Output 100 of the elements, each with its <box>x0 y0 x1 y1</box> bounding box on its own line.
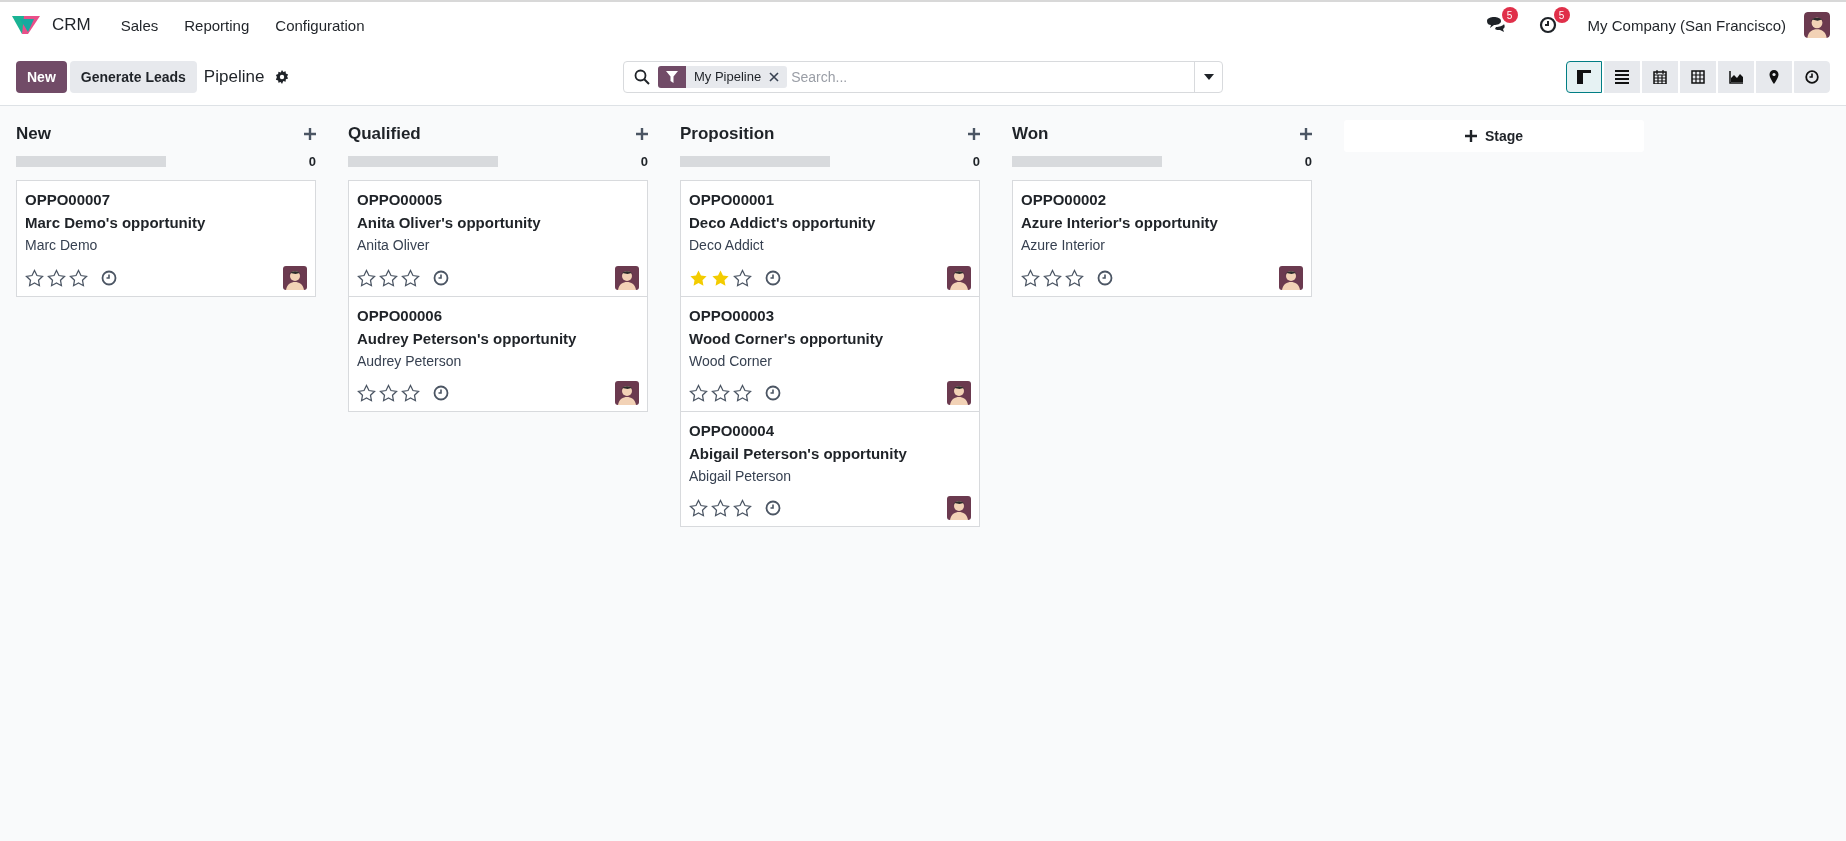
kanban-icon <box>1577 69 1591 84</box>
close-icon <box>769 71 780 82</box>
card-title: Abigail Peterson's opportunity <box>689 445 908 462</box>
card-reference: OPPO00007 <box>25 191 112 208</box>
clock-icon[interactable] <box>1097 270 1113 286</box>
clock-icon[interactable] <box>433 270 449 286</box>
card-reference: OPPO00001 <box>689 191 776 208</box>
star-icon[interactable] <box>733 268 752 288</box>
star-icon[interactable] <box>47 268 66 288</box>
star-icon[interactable] <box>1065 268 1084 288</box>
star-icon[interactable] <box>733 383 752 403</box>
star-icon[interactable] <box>357 383 376 403</box>
avatar-icon <box>947 381 971 405</box>
card-customer: Audrey Peterson <box>357 353 463 369</box>
star-icon[interactable] <box>401 383 420 403</box>
card-customer: Marc Demo <box>25 237 99 253</box>
star-icon[interactable] <box>689 383 708 403</box>
column-total: 0 <box>972 153 980 169</box>
list-icon <box>1615 69 1629 84</box>
calendar-icon <box>1653 69 1667 84</box>
menu-item[interactable]: Configuration <box>265 10 375 40</box>
star-icon[interactable] <box>689 498 708 518</box>
avatar-icon <box>615 266 639 290</box>
card-title: Wood Corner's opportunity <box>689 330 885 347</box>
app-logo-icon[interactable] <box>12 16 40 34</box>
clock-icon[interactable] <box>1538 16 1557 34</box>
star-icon[interactable] <box>1021 268 1040 288</box>
column-title: New <box>16 124 51 144</box>
star-icon[interactable] <box>357 268 376 288</box>
card-title: Audrey Peterson's opportunity <box>357 330 578 347</box>
facet-label: My Pipeline <box>693 69 763 84</box>
card-reference: OPPO00004 <box>689 422 776 439</box>
card-reference: OPPO00006 <box>357 307 444 324</box>
clock-icon[interactable] <box>765 270 781 286</box>
star-icon[interactable] <box>25 268 44 288</box>
clock-icon[interactable] <box>765 500 781 516</box>
star-filled-icon[interactable] <box>711 268 730 288</box>
column-title: Won <box>1012 124 1049 144</box>
area-chart-icon <box>1729 69 1743 84</box>
table-icon <box>1691 69 1705 84</box>
column-total: 0 <box>308 153 316 169</box>
search-field[interactable]: My Pipeline Search... <box>623 60 1223 93</box>
avatar-icon <box>615 381 639 405</box>
star-icon[interactable] <box>401 268 420 288</box>
menu-item[interactable]: Reporting <box>174 10 260 40</box>
column-total: 0 <box>1304 153 1312 169</box>
star-icon[interactable] <box>711 498 730 518</box>
notification-badge: 5 <box>1553 7 1570 23</box>
star-icon[interactable] <box>379 268 398 288</box>
card-title: Anita Oliver's opportunity <box>357 214 542 231</box>
clock-icon <box>1805 69 1819 84</box>
map-pin-icon <box>1767 69 1781 84</box>
card-customer: Deco Addict <box>689 237 765 253</box>
add-stage-button[interactable]: Stage <box>1344 120 1644 152</box>
notification-badge: 5 <box>1501 7 1518 23</box>
search-input[interactable]: Search... <box>787 67 1194 86</box>
star-filled-icon[interactable] <box>689 268 708 288</box>
card-title: Marc Demo's opportunity <box>25 214 207 231</box>
card-reference: OPPO00005 <box>357 191 444 208</box>
app-name[interactable]: CRM <box>52 15 91 35</box>
column-title: Proposition <box>680 124 775 144</box>
settings-icon[interactable] <box>275 69 290 84</box>
filter-icon <box>666 70 678 83</box>
search-icon <box>634 68 650 85</box>
menu-item[interactable]: Sales <box>110 10 169 40</box>
add-icon[interactable] <box>968 128 980 140</box>
add-icon[interactable] <box>1300 128 1312 140</box>
caret-icon <box>1203 73 1214 80</box>
avatar-icon <box>947 496 971 520</box>
star-icon[interactable] <box>733 498 752 518</box>
avatar-icon <box>947 266 971 290</box>
star-icon[interactable] <box>69 268 88 288</box>
breadcrumb: Pipeline <box>203 66 265 87</box>
add-icon <box>1464 130 1477 142</box>
card-customer: Abigail Peterson <box>689 468 792 484</box>
company-switcher[interactable]: My Company (San Francisco) <box>1587 16 1786 34</box>
chat-icon[interactable] <box>1485 16 1506 34</box>
card-title: Deco Addict's opportunity <box>689 214 877 231</box>
star-icon[interactable] <box>379 383 398 403</box>
avatar-icon <box>283 266 307 290</box>
avatar-icon <box>1279 266 1303 290</box>
clock-icon[interactable] <box>433 385 449 401</box>
add-icon[interactable] <box>304 128 316 140</box>
avatar-icon <box>1804 12 1830 38</box>
star-icon[interactable] <box>711 383 730 403</box>
card-customer: Anita Oliver <box>357 237 431 253</box>
column-title: Qualified <box>348 124 421 144</box>
card-customer: Wood Corner <box>689 353 773 369</box>
clock-icon[interactable] <box>101 270 117 286</box>
card-customer: Azure Interior <box>1021 237 1107 253</box>
column-total: 0 <box>640 153 648 169</box>
view-switcher-button[interactable] <box>1566 60 1602 93</box>
star-icon[interactable] <box>1043 268 1062 288</box>
new-button[interactable]: New <box>16 60 67 93</box>
clock-icon[interactable] <box>765 385 781 401</box>
card-title: Azure Interior's opportunity <box>1021 214 1219 231</box>
card-reference: OPPO00003 <box>689 307 776 324</box>
generate-leads-button[interactable]: Generate Leads <box>69 60 197 93</box>
card-reference: OPPO00002 <box>1021 191 1108 208</box>
add-icon[interactable] <box>636 128 648 140</box>
